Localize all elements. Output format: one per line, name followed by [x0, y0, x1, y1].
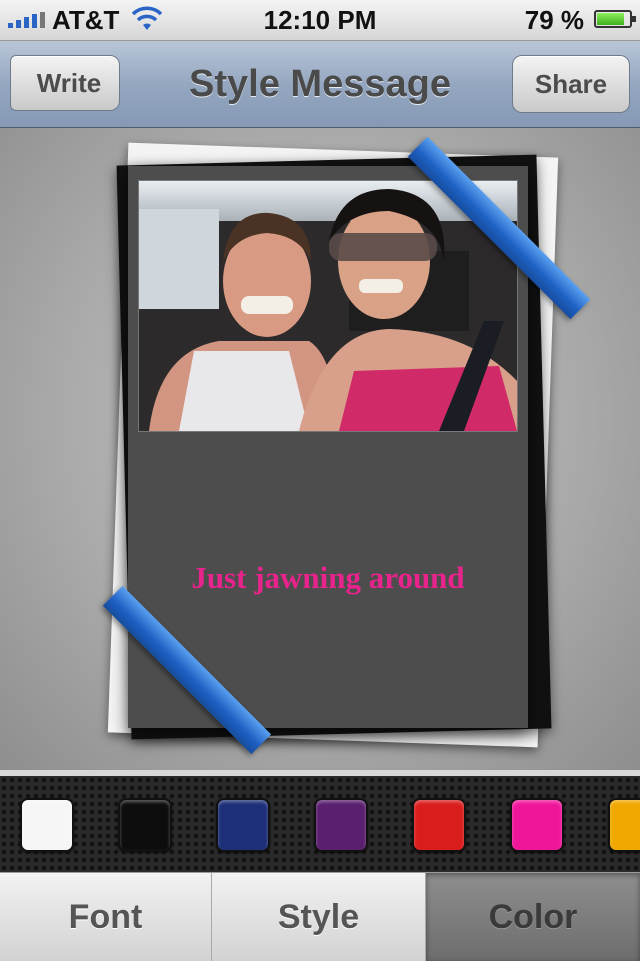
tab-color[interactable]: Color: [426, 873, 640, 961]
color-swatch-purple[interactable]: [314, 798, 368, 852]
tab-color-label: Color: [488, 897, 578, 936]
color-palette: [0, 770, 640, 872]
color-swatch-white[interactable]: [20, 798, 74, 852]
ribbons-layer: [0, 0, 640, 770]
tab-style[interactable]: Style: [212, 873, 426, 961]
color-swatch-red[interactable]: [412, 798, 466, 852]
color-swatch-black[interactable]: [118, 798, 172, 852]
corner-ribbon-bottom-left: [102, 585, 272, 755]
tab-font[interactable]: Font: [0, 873, 212, 961]
tab-style-label: Style: [277, 897, 360, 936]
corner-ribbon-top-right: [407, 136, 591, 320]
tab-font-label: Font: [68, 897, 143, 936]
color-swatch-pink[interactable]: [510, 798, 564, 852]
tab-bar: Font Style Color: [0, 872, 640, 961]
color-swatch-orange[interactable]: [608, 798, 640, 852]
color-swatch-navy[interactable]: [216, 798, 270, 852]
